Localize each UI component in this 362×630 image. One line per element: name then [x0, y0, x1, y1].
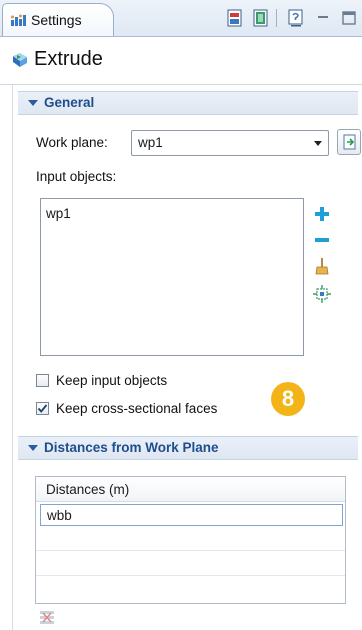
minimize-icon[interactable]: [314, 8, 332, 28]
section-general-header[interactable]: General: [18, 91, 358, 115]
work-plane-label: Work plane:: [36, 135, 108, 150]
extrude-icon: [13, 53, 27, 67]
work-plane-value: wp1: [138, 135, 163, 150]
toolbar-separator: [276, 9, 277, 27]
panel-left-border: [12, 85, 13, 630]
add-icon[interactable]: [312, 204, 332, 224]
remove-icon[interactable]: [312, 230, 332, 250]
work-plane-select[interactable]: wp1: [131, 130, 329, 156]
tab-title: Settings: [31, 12, 82, 28]
page-title: Extrude: [34, 48, 103, 70]
go-to-source-button[interactable]: [337, 129, 361, 155]
row-divider: [36, 575, 345, 576]
table-row[interactable]: wbb: [40, 504, 343, 526]
step-badge: 8: [271, 382, 305, 416]
tab-strip: Settings: [0, 0, 362, 37]
section-distances-title: Distances from Work Plane: [44, 440, 219, 455]
distance-value-cell[interactable]: wbb: [47, 508, 72, 523]
keep-input-objects-checkbox[interactable]: [36, 374, 49, 387]
maximize-icon[interactable]: [340, 8, 358, 28]
checkmark-icon: [37, 404, 48, 413]
build-selected-icon[interactable]: [226, 8, 244, 28]
input-objects-list[interactable]: wp1: [40, 198, 304, 356]
help-icon[interactable]: [287, 8, 305, 28]
settings-icon: [11, 14, 26, 26]
chevron-down-icon: [28, 445, 38, 451]
dropdown-arrow-icon: [314, 141, 322, 146]
keep-cross-sectional-faces-label: Keep cross-sectional faces: [56, 401, 218, 416]
chevron-down-icon: [28, 100, 38, 106]
section-general-title: General: [44, 95, 95, 110]
keep-input-objects-label: Keep input objects: [56, 373, 168, 388]
build-all-icon[interactable]: [252, 8, 270, 28]
section-distances-header[interactable]: Distances from Work Plane: [18, 436, 358, 460]
zoom-to-selection-icon[interactable]: [312, 284, 332, 304]
row-divider: [36, 550, 345, 551]
distances-table[interactable]: Distances (m) wbb: [35, 476, 346, 604]
clear-selection-icon[interactable]: [312, 256, 332, 276]
delete-row-icon[interactable]: [38, 608, 56, 626]
table-header: Distances (m): [36, 477, 345, 502]
input-objects-label: Input objects:: [36, 169, 117, 184]
keep-cross-sectional-faces-checkbox[interactable]: [36, 402, 49, 415]
go-to-source-icon: [343, 134, 356, 150]
column-header-distances: Distances (m): [46, 482, 130, 497]
list-item[interactable]: wp1: [46, 206, 71, 221]
tab-settings[interactable]: Settings: [2, 3, 114, 36]
header-divider: [0, 84, 362, 85]
